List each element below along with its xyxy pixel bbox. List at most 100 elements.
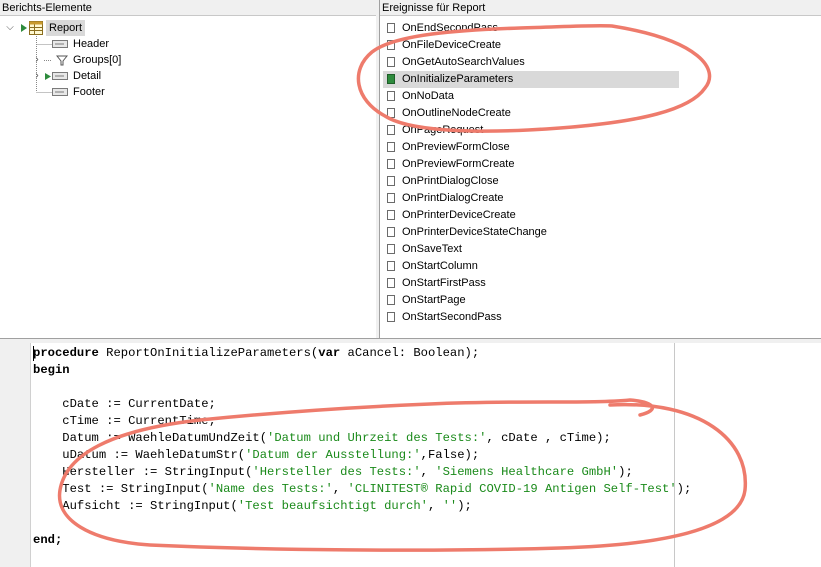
code-token: Datum := WaehleDatumUndZeit( [33,431,268,445]
event-label: OnStartFirstPass [402,277,486,289]
keyword-token: procedure [33,346,99,360]
event-item[interactable]: OnPrinterDeviceStateChange [383,224,679,241]
code-token: ); [457,499,472,513]
document-icon [387,261,395,271]
event-label: OnEndSecondPass [402,22,499,34]
event-label: OnSaveText [402,243,462,255]
event-label: OnPrintDialogCreate [402,192,504,204]
event-label: OnGetAutoSearchValues [402,56,525,68]
event-label: OnPreviewFormClose [402,141,510,153]
code-line: cDate := CurrentDate; [33,396,216,413]
event-item[interactable]: OnPreviewFormCreate [383,156,679,173]
code-line: end; [33,532,62,549]
event-item[interactable]: OnPrintDialogClose [383,173,679,190]
event-item[interactable]: OnSaveText [383,241,679,258]
document-icon [387,40,395,50]
keyword-token: end; [33,533,63,547]
document-icon [387,23,395,33]
editor-gutter [0,343,31,567]
event-item[interactable]: OnInitializeParameters [383,71,679,88]
code-line: cTime := CurrentTime; [33,413,216,430]
code-token: , cDate , cTime); [486,431,611,445]
event-item[interactable]: OnPrintDialogCreate [383,190,679,207]
event-item[interactable]: OnNoData [383,88,679,105]
code-line: procedure ReportOnInitializeParameters(v… [33,345,479,362]
tree-node-label: Groups[0] [73,54,122,66]
event-item[interactable]: OnPreviewFormClose [383,139,679,156]
event-item[interactable]: OnFileDeviceCreate [383,37,679,54]
tree-node-footer[interactable]: Footer [0,84,376,100]
string-token: '' [442,499,458,513]
string-token: 'CLINITEST® Rapid COVID-19 Antigen Self-… [347,482,677,496]
event-item[interactable]: OnStartPage [383,292,679,309]
tree-node-header[interactable]: Header [0,36,376,52]
chevron-right-icon[interactable]: › [32,68,42,84]
document-icon [387,91,395,101]
event-label: OnOutlineNodeCreate [402,107,511,119]
right-margin-line [674,343,675,567]
document-icon [387,125,395,135]
event-label: OnStartSecondPass [402,311,502,323]
tree-node-detail[interactable]: › Detail [0,68,376,84]
event-label: OnStartPage [402,294,466,306]
code-editor[interactable]: procedure ReportOnInitializeParameters(v… [0,343,821,567]
code-token: , [332,482,348,496]
document-icon [387,312,395,322]
play-marker-icon [45,73,51,80]
code-token: uDatum := WaehleDatumStr( [33,448,246,462]
code-line: begin [33,362,70,379]
string-token: 'Siemens Healthcare GmbH' [435,465,619,479]
event-label: OnPrintDialogClose [402,175,499,187]
event-item[interactable]: OnPageRequest [383,122,679,139]
text-cursor [33,346,34,361]
document-icon [387,244,395,254]
document-icon [387,278,395,288]
tree-node-label: Footer [73,86,105,98]
tree-node-label: Header [73,38,110,50]
code-line: uDatum := WaehleDatumStr('Datum der Auss… [33,447,479,464]
event-label: OnPrinterDeviceStateChange [402,226,547,238]
string-token: 'Test beaufsichtigt durch' [237,499,428,513]
string-token: 'Datum und Uhrzeit des Tests:' [267,431,487,445]
code-token: , [427,499,443,513]
string-token: 'Hersteller des Tests:' [252,465,421,479]
code-token: ReportOnInitializeParameters( [98,346,319,360]
event-item[interactable]: OnEndSecondPass [383,20,679,37]
code-token: Hersteller := StringInput( [33,465,253,479]
event-item[interactable]: OnStartColumn [383,258,679,275]
code-token: aCancel: Boolean); [340,346,480,360]
tree-node-label: Detail [73,70,102,82]
band-icon [52,72,68,80]
event-item[interactable]: OnGetAutoSearchValues [383,54,679,71]
event-item[interactable]: OnStartFirstPass [383,275,679,292]
event-item[interactable]: OnOutlineNodeCreate [383,105,679,122]
code-line: Datum := WaehleDatumUndZeit('Datum und U… [33,430,611,447]
tree-node-groups[interactable]: › Groups[0] [0,52,376,68]
keyword-token: var [318,346,341,360]
document-icon [387,210,395,220]
band-icon [52,40,68,48]
keyword-token: begin [33,363,70,377]
code-token: Aufsicht := StringInput( [33,499,238,513]
code-token: cDate := CurrentDate; [33,397,216,411]
event-label: OnNoData [402,90,454,102]
event-label: OnPreviewFormCreate [402,158,515,170]
code-line: Hersteller := StringInput('Hersteller de… [33,464,633,481]
event-assigned-document-icon [387,74,395,84]
document-icon [387,193,395,203]
document-icon [387,295,395,305]
document-icon [387,57,395,67]
code-token: cTime := CurrentTime; [33,414,216,428]
string-token: 'Datum der Ausstellung:' [245,448,421,462]
event-item[interactable]: OnPrinterDeviceCreate [383,207,679,224]
document-icon [387,227,395,237]
code-line: Test := StringInput('Name des Tests:', '… [33,481,691,498]
event-label: OnInitializeParameters [402,73,514,85]
code-token: ); [618,465,633,479]
code-token: Test := StringInput( [33,482,209,496]
event-item[interactable]: OnStartSecondPass [383,309,679,326]
event-label: OnStartColumn [402,260,478,272]
document-icon [387,159,395,169]
document-icon [387,176,395,186]
chevron-right-icon[interactable]: › [32,52,42,68]
